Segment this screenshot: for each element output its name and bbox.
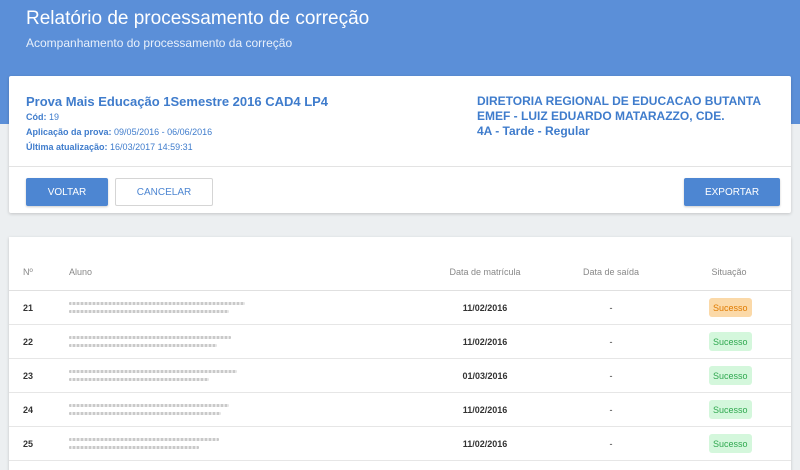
enrollment-date: 11/02/2016 xyxy=(462,405,508,415)
student-name-redacted xyxy=(69,404,229,407)
exit-date: - xyxy=(609,405,613,415)
table-header: Nº Aluno Data de matrícula Data de saída… xyxy=(9,237,791,291)
column-header-enrollment-date: Data de matrícula xyxy=(449,267,521,277)
table-row: 25 11/02/2016 - Sucesso xyxy=(9,427,791,461)
student-name-redacted xyxy=(69,412,221,415)
enrollment-date: 11/02/2016 xyxy=(462,439,508,449)
exit-date: - xyxy=(609,439,613,449)
column-header-exit-date: Data de saída xyxy=(582,267,640,277)
row-number: 21 xyxy=(23,303,34,313)
student-name-redacted xyxy=(69,344,217,347)
table-row: 21 11/02/2016 - Sucesso xyxy=(9,291,791,325)
school-class: 4A - Tarde - Regular xyxy=(477,124,590,138)
status-badge: Sucesso xyxy=(709,332,752,351)
status-badge: Sucesso xyxy=(709,366,752,385)
column-header-status: Situação xyxy=(711,267,747,277)
back-button[interactable]: VOLTAR xyxy=(26,178,108,206)
exit-date: - xyxy=(609,303,613,313)
school-name: EMEF - LUIZ EDUARDO MATARAZZO, CDE. xyxy=(477,109,725,123)
status-badge: Sucesso xyxy=(709,400,752,419)
card-divider xyxy=(9,166,791,167)
exam-code-label: Cód: xyxy=(26,112,47,122)
exam-info-card: Prova Mais Educação 1Semestre 2016 CAD4 … xyxy=(9,76,791,213)
exam-application-label: Aplicação da prova: xyxy=(26,127,112,137)
page-subtitle: Acompanhamento do processamento da corre… xyxy=(26,36,293,50)
student-name-redacted xyxy=(69,302,245,305)
exit-date: - xyxy=(609,337,613,347)
exit-date: - xyxy=(609,371,613,381)
page-title: Relatório de processamento de correção xyxy=(26,8,370,29)
cancel-button[interactable]: CANCELAR xyxy=(115,178,213,206)
row-number: 22 xyxy=(23,337,34,347)
student-name-redacted xyxy=(69,378,209,381)
student-name-redacted xyxy=(69,438,219,441)
exam-last-update-label: Última atualização: xyxy=(26,142,108,152)
column-header-number: Nº xyxy=(23,267,33,277)
enrollment-date: 11/02/2016 xyxy=(462,303,508,313)
student-name-redacted xyxy=(69,310,229,313)
enrollment-date: 11/02/2016 xyxy=(462,337,508,347)
school-region: DIRETORIA REGIONAL DE EDUCACAO BUTANTA xyxy=(477,94,762,108)
table-row: 22 11/02/2016 - Sucesso xyxy=(9,325,791,359)
student-name-redacted xyxy=(69,336,231,339)
export-button[interactable]: EXPORTAR xyxy=(684,178,780,206)
exam-last-update-value: 16/03/2017 14:59:31 xyxy=(110,142,193,152)
row-number: 24 xyxy=(23,405,34,415)
enrollment-date: 01/03/2016 xyxy=(462,371,508,381)
status-badge: Sucesso xyxy=(709,434,752,453)
table-row: 23 01/03/2016 - Sucesso xyxy=(9,359,791,393)
column-header-student: Aluno xyxy=(69,267,93,277)
exam-application-value: 09/05/2016 - 06/06/2016 xyxy=(114,127,213,137)
row-number: 23 xyxy=(23,371,34,381)
table-row: 24 11/02/2016 - Sucesso xyxy=(9,393,791,427)
exam-title: Prova Mais Educação 1Semestre 2016 CAD4 … xyxy=(26,94,329,109)
student-name-redacted xyxy=(69,446,199,449)
student-name-redacted xyxy=(69,370,237,373)
students-table: Nº Aluno Data de matrícula Data de saída… xyxy=(9,237,791,470)
exam-code: Cód: 19 xyxy=(26,112,59,122)
status-badge: Sucesso xyxy=(709,298,752,317)
exam-last-update: Última atualização: 16/03/2017 14:59:31 xyxy=(26,142,193,152)
exam-application-period: Aplicação da prova: 09/05/2016 - 06/06/2… xyxy=(26,127,212,137)
exam-code-value: 19 xyxy=(49,112,60,122)
row-number: 25 xyxy=(23,439,34,449)
